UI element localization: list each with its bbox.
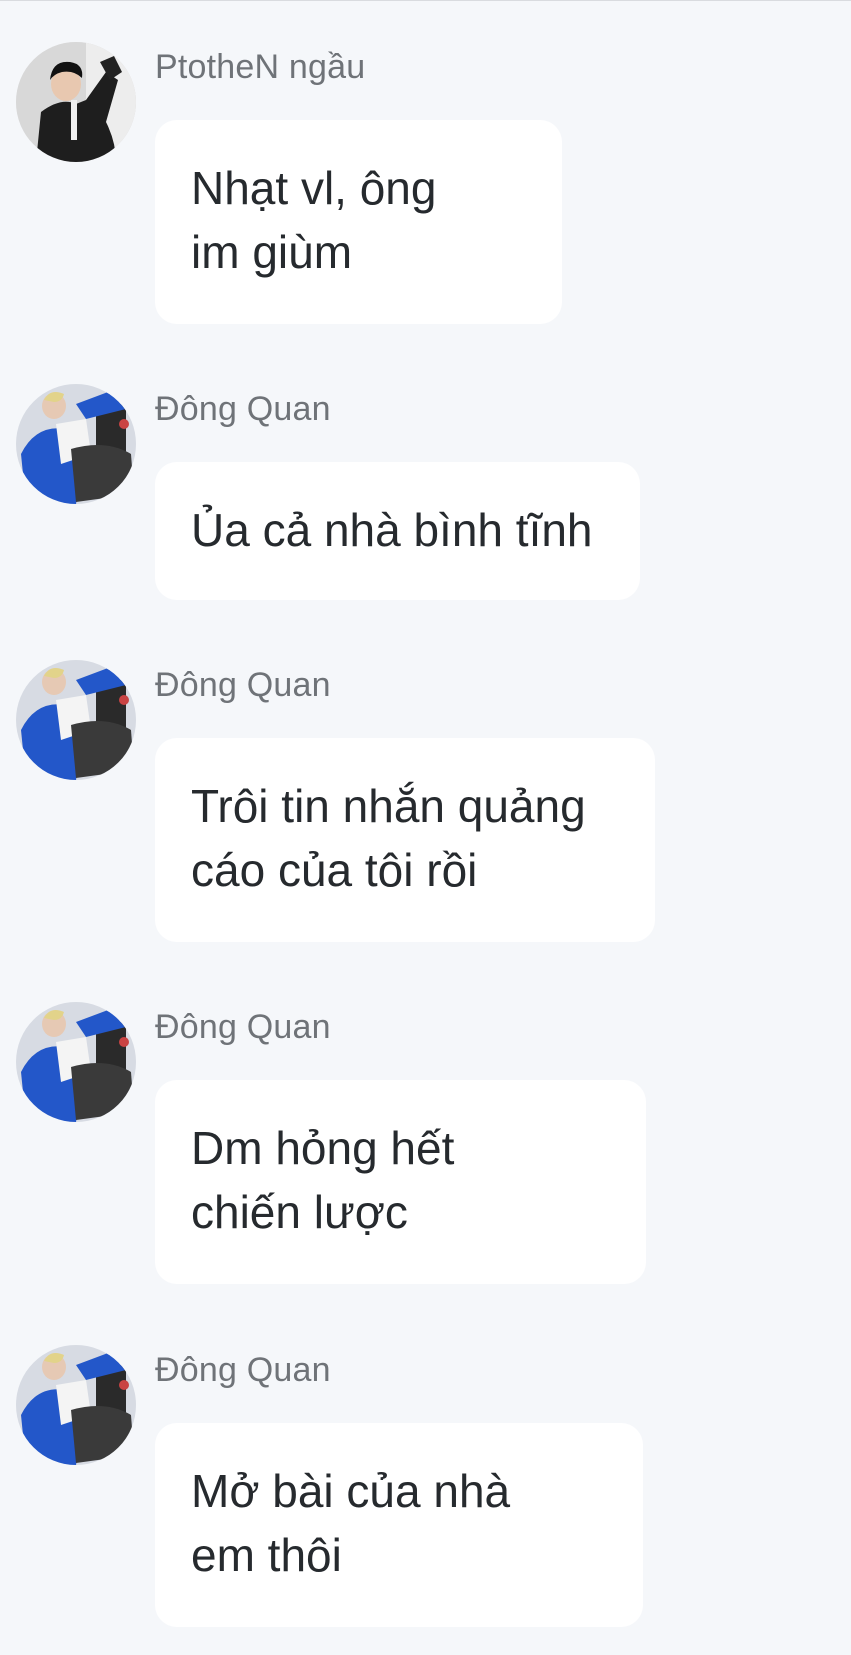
sender-name: PtotheN ngầu xyxy=(155,48,366,86)
sender-name: Đông Quan xyxy=(155,666,331,704)
message-line: cáo của tôi rồi xyxy=(191,844,478,896)
user-avatar-dong-quan-icon xyxy=(16,384,136,504)
message-line: Mở bài của nhà xyxy=(191,1465,511,1517)
chat-message: Đông Quan Mở bài của nhà em thôi xyxy=(0,1345,851,1635)
user-avatar-dong-quan-icon xyxy=(16,1002,136,1122)
sender-name: Đông Quan xyxy=(155,390,331,428)
message-bubble[interactable]: Trôi tin nhắn quảng cáo của tôi rồi xyxy=(155,738,655,942)
chat-message: PtotheN ngầu Nhạt vl, ông im giùm xyxy=(0,42,851,332)
avatar[interactable] xyxy=(16,384,136,504)
top-divider xyxy=(0,0,851,1)
avatar[interactable] xyxy=(16,1345,136,1465)
user-avatar-dong-quan-icon xyxy=(16,1345,136,1465)
chat-message: Đông Quan Ủa cả nhà bình tĩnh xyxy=(0,384,851,604)
message-line: Trôi tin nhắn quảng xyxy=(191,780,586,832)
user-avatar-dong-quan-icon xyxy=(16,660,136,780)
message-line: Dm hỏng hết xyxy=(191,1122,455,1174)
message-line: Nhạt vl, ông xyxy=(191,162,437,214)
avatar[interactable] xyxy=(16,660,136,780)
avatar[interactable] xyxy=(16,1002,136,1122)
chat-message: Đông Quan Trôi tin nhắn quảng cáo của tô… xyxy=(0,660,851,950)
avatar[interactable] xyxy=(16,42,136,162)
user-avatar-ptothen-icon xyxy=(16,42,136,162)
message-line: Ủa cả nhà bình tĩnh xyxy=(191,504,593,556)
sender-name: Đông Quan xyxy=(155,1351,331,1389)
sender-name: Đông Quan xyxy=(155,1008,331,1046)
message-bubble[interactable]: Mở bài của nhà em thôi xyxy=(155,1423,643,1627)
message-bubble[interactable]: Nhạt vl, ông im giùm xyxy=(155,120,562,324)
message-bubble[interactable]: Dm hỏng hết chiến lược xyxy=(155,1080,646,1284)
message-line: em thôi xyxy=(191,1529,342,1581)
chat-message: Đông Quan Dm hỏng hết chiến lược xyxy=(0,1002,851,1292)
message-bubble[interactable]: Ủa cả nhà bình tĩnh xyxy=(155,462,640,600)
message-line: chiến lược xyxy=(191,1186,408,1238)
message-line: im giùm xyxy=(191,226,353,278)
